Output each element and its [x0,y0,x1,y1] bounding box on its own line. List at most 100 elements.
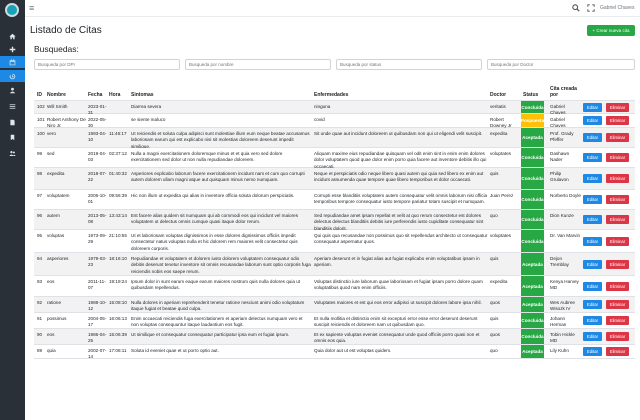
delete-button[interactable]: Eliminar [606,195,629,204]
status-badge: Aceptada [521,253,544,275]
table-row[interactable]: 97 voluptatem 2006-10-01 09:56:39 Hic non il… [34,190,635,210]
delete-button[interactable]: Eliminar [606,133,629,142]
delete-button[interactable]: Eliminar [606,102,629,112]
cell-doctor: voluptates [490,233,511,238]
edit-button[interactable]: Editar [583,236,602,246]
cell-enfermedades: Sit unde quae aut incidunt doloreem ut q… [314,131,483,136]
search-doctor-input[interactable] [487,59,635,70]
edit-button[interactable]: Editar [583,281,602,291]
status-badge: Aceptada [521,297,544,312]
cell-nombre: expedita [47,171,65,176]
table-row[interactable]: 91 possimus 2004-05-17 16:06:13 Enim occaeca… [34,313,635,329]
delete-button[interactable]: Eliminar [606,281,629,291]
table-row[interactable]: 101 Robert Anthony De Niro Jr. 2022-05-30 s… [34,114,635,128]
delete-button[interactable]: Eliminar [606,316,629,325]
cell-nombre: vero [47,131,56,136]
status-badge: Aceptada [521,345,544,358]
edit-button[interactable]: Editar [583,332,602,341]
search-title: Busquedas: [34,44,79,54]
edit-button[interactable]: Editar [583,116,602,125]
cell-id: 95 [37,233,43,238]
cell-fecha: 2013-05-08 [88,213,107,225]
delete-button[interactable]: Eliminar [606,116,629,125]
edit-button[interactable]: Editar [583,133,602,142]
cell-sintomas: Enim occaecati reiciendis fuga exercitat… [131,316,303,328]
history-icon[interactable] [0,70,25,82]
cell-sintomas: Nulla dolores in aperiam reprehenderit t… [131,300,305,312]
delete-button[interactable]: Eliminar [606,347,629,356]
table-row[interactable]: 99 sed 2019-04-03 02:37:12 Nulla a magni exe… [34,148,635,168]
edit-button[interactable]: Editar [583,259,602,269]
table-row[interactable]: 98 expedita 2018-07-22 01:40:32 Asperiores e… [34,168,635,190]
cell-hora: 16:06:13 [109,316,127,321]
cell-nombre: asperiores [47,256,69,261]
delete-button[interactable]: Eliminar [606,259,629,269]
table-row[interactable]: 94 asperiores 1979-03-23 18:16:10 Repudianda… [34,253,635,276]
cell-enfermedades: Et ex sapiente voluptas eveniet consequa… [314,332,480,344]
user-name[interactable]: Gabriel Chaves [600,5,634,11]
edit-button[interactable]: Editar [583,316,602,325]
logo-icon[interactable] [5,3,19,17]
search-dpi-input[interactable] [34,59,180,70]
menu-icon[interactable]: ≡ [29,4,34,13]
table-row[interactable]: 100 vero 1993-04-10 11:46:17 Ut reiciendis e… [34,128,635,148]
edit-button[interactable]: Editar [583,215,602,224]
cell-fecha: 2006-10-01 [88,193,107,205]
table-body: 102 Will Smith 2023-01-31 Diarrea severa nin… [34,101,635,359]
appointments-table: ID Nombre Fecha Hora Sintomas Enfermedad… [34,82,635,359]
delete-button[interactable]: Eliminar [606,332,629,341]
cell-hora: 17:08:11 [109,348,127,353]
table-row[interactable]: 90 eos 1986-04-25 15:06:39 Ut similique et c… [34,329,635,345]
status-badge: Concluida [521,210,544,229]
status-badge: Concluida [521,101,544,113]
cell-fecha: 1988-10-12 [88,300,107,312]
cell-creada: Kenya Harvey MD [550,279,579,291]
calendar-icon[interactable] [0,56,25,68]
cell-fecha: 1993-04-10 [88,131,107,143]
cell-id: 100 [37,131,45,136]
edit-button[interactable]: Editar [583,195,602,204]
expand-icon[interactable] [587,4,595,12]
cell-hora: 01:40:32 [109,171,127,176]
cell-fecha: 2002-07-14 [88,348,107,359]
cell-sintomas: Nulla a magni exercitationem doloremque … [131,151,283,163]
table-header: ID Nombre Fecha Hora Sintomas Enfermedad… [34,82,635,101]
table-row[interactable]: 89 quia 2002-07-14 17:08:11 Soluta id evenie… [34,345,635,359]
table-row[interactable]: 102 Will Smith 2023-01-31 Diarrea severa nin… [34,101,635,114]
cell-creada: Gabriel Chaves [550,117,566,128]
cell-sintomas: se siente maluco [131,117,166,122]
edit-button[interactable]: Editar [583,102,602,112]
home-icon[interactable] [0,30,25,42]
cell-sintomas: Ut et laboriosam voluptas dignissimos in… [131,233,298,251]
document-icon[interactable] [0,116,25,128]
cell-id: 94 [37,256,43,261]
edit-button[interactable]: Editar [583,347,602,356]
cell-enfermedades: Voluptas distinctio iure laborum quae la… [314,279,483,291]
search-status-input[interactable] [336,59,482,70]
delete-button[interactable]: Eliminar [606,174,629,183]
cell-creada: Tobin Hickle MD [550,332,575,344]
delete-button[interactable]: Eliminar [606,215,629,224]
delete-button[interactable]: Eliminar [606,153,629,162]
edit-button[interactable]: Editar [583,300,602,309]
edit-button[interactable]: Editar [583,174,602,183]
table-row[interactable]: 92 ratione 1988-10-12 15:08:10 Nulla dolores… [34,297,635,313]
delete-button[interactable]: Eliminar [606,300,629,309]
list-icon[interactable] [0,100,25,112]
search-name-input[interactable] [185,59,331,70]
new-appointment-button[interactable]: + Crear nueva cita [587,25,635,36]
status-badge: Concluida [521,168,544,189]
cell-fecha: 2019-04-03 [88,151,107,163]
plus-icon[interactable] [0,43,25,55]
user-group-icon[interactable] [0,147,25,159]
cell-id: 99 [37,151,43,156]
edit-button[interactable]: Editar [583,153,602,162]
bookmark-icon[interactable] [0,131,25,143]
table-row[interactable]: 95 voluptas 1973-09-29 21:10:55 Ut et labori… [34,230,635,253]
user-icon[interactable] [0,84,25,96]
search-icon[interactable] [572,4,580,12]
table-row[interactable]: 93 eos 2011-11-07 19:19:24 Ipsum dolor in su… [34,276,635,297]
header-enfermedades: Enfermedades [314,92,349,98]
delete-button[interactable]: Eliminar [606,236,629,246]
table-row[interactable]: 96 autem 2013-05-08 13:43:14 Est facere alia… [34,210,635,230]
